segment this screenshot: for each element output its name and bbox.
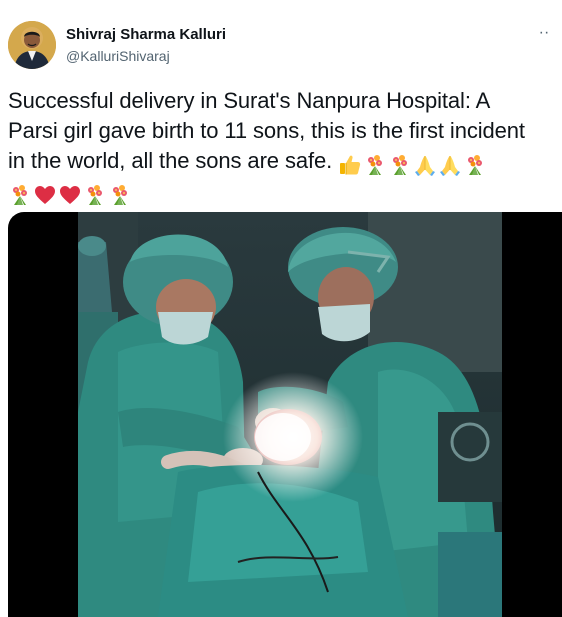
tweet-text-line: Parsi girl gave birth to 11 sons, this i… xyxy=(8,116,554,146)
tweet-header: Shivraj Sharma Kalluri @KalluriShivaraj … xyxy=(8,21,554,73)
more-options-icon[interactable]: ·· xyxy=(534,25,554,45)
video-player[interactable] xyxy=(8,212,562,617)
folded-hands-icon xyxy=(438,153,462,177)
tweet-text-line: Successful delivery in Surat's Nanpura H… xyxy=(8,88,491,113)
tweet-text-segment: Parsi girl gave birth to 11 sons, this i… xyxy=(8,118,525,143)
red-heart-icon xyxy=(58,183,82,207)
tweet-text-segment: in the world, all the sons are safe. xyxy=(8,148,333,173)
bouquet-icon xyxy=(83,183,107,207)
bouquet-icon xyxy=(463,153,487,177)
emoji-row xyxy=(8,179,133,207)
author-names: Shivraj Sharma Kalluri @KalluriShivaraj xyxy=(66,26,226,66)
tweet-text: Successful delivery in Surat's Nanpura H… xyxy=(8,86,554,206)
user-handle[interactable]: @KalluriShivaraj xyxy=(66,46,226,66)
thumbs-up-icon xyxy=(338,153,362,177)
video-frame[interactable] xyxy=(78,212,502,617)
display-name[interactable]: Shivraj Sharma Kalluri xyxy=(66,26,226,44)
red-heart-icon xyxy=(33,183,57,207)
avatar[interactable] xyxy=(8,21,56,69)
folded-hands-icon xyxy=(413,153,437,177)
tweet-text-line: in the world, all the sons are safe. xyxy=(8,146,554,177)
tweet-card: Shivraj Sharma Kalluri @KalluriShivaraj … xyxy=(0,0,562,617)
tweet-text-line xyxy=(8,176,554,206)
emoji-row xyxy=(338,149,488,177)
bouquet-icon xyxy=(108,183,132,207)
bouquet-icon xyxy=(8,183,32,207)
bouquet-icon xyxy=(363,153,387,177)
bouquet-icon xyxy=(388,153,412,177)
